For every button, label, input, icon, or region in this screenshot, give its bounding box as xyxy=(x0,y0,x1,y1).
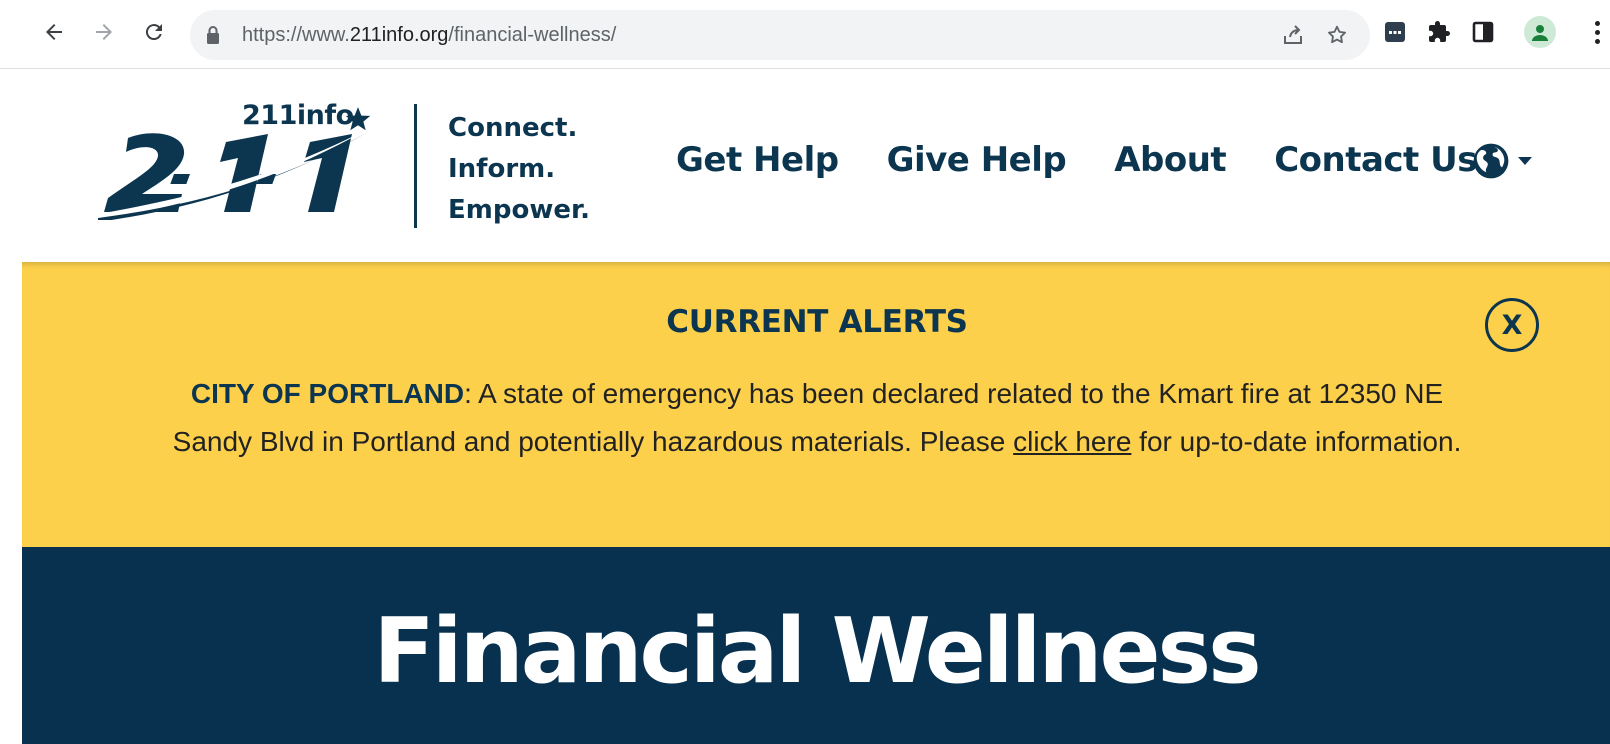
address-bar[interactable]: https://www.211info.org/financial-wellne… xyxy=(190,10,1370,60)
url-path: /financial-wellness/ xyxy=(448,24,617,46)
back-arrow-icon[interactable] xyxy=(40,18,68,46)
main-nav: Get Help Give Help About Contact Us xyxy=(676,140,1477,180)
side-panel-icon[interactable] xyxy=(1468,17,1498,47)
lock-icon[interactable] xyxy=(206,25,220,50)
menu-dots-icon[interactable] xyxy=(1590,17,1604,47)
tagline-line-1: Connect. xyxy=(448,113,578,143)
close-alert-button[interactable]: X xyxy=(1485,298,1539,352)
alert-link[interactable]: click here xyxy=(1013,426,1131,457)
nav-about[interactable]: About xyxy=(1114,140,1226,180)
page-title: Financial Wellness xyxy=(373,599,1261,704)
profile-icon[interactable] xyxy=(1524,16,1556,48)
chevron-down-icon xyxy=(1518,157,1532,165)
logo-211-mark xyxy=(98,130,368,220)
site-header: 211info Connect. Inform. Empower. Get He… xyxy=(22,70,1610,262)
tagline: Connect. Inform. Empower. xyxy=(448,108,590,231)
alert-title: CURRENT ALERTS xyxy=(666,304,968,340)
alert-banner: CURRENT ALERTS X CITY OF PORTLAND: A sta… xyxy=(22,262,1610,547)
url-text[interactable]: https://www.211info.org/financial-wellne… xyxy=(242,10,616,60)
nav-give-help[interactable]: Give Help xyxy=(887,140,1067,180)
nav-get-help[interactable]: Get Help xyxy=(676,140,839,180)
logo-small-text: 211info xyxy=(242,100,354,131)
alert-message: CITY OF PORTLAND: A state of emergency h… xyxy=(172,370,1462,466)
puzzle-icon[interactable] xyxy=(1424,17,1454,47)
url-scheme: https://www. xyxy=(242,24,350,46)
language-selector[interactable] xyxy=(1472,142,1532,180)
star-icon[interactable] xyxy=(1324,22,1350,48)
url-host: 211info.org xyxy=(349,24,449,46)
tagline-line-2: Inform. xyxy=(448,154,556,184)
site-logo[interactable]: 211info xyxy=(98,100,398,230)
hero-banner: Financial Wellness xyxy=(22,547,1610,744)
reload-icon[interactable] xyxy=(140,18,168,46)
browser-toolbar: https://www.211info.org/financial-wellne… xyxy=(0,0,1610,69)
globe-icon xyxy=(1473,143,1509,179)
forward-arrow-icon[interactable] xyxy=(90,18,118,46)
alert-text-after-link: for up-to-date information. xyxy=(1131,426,1462,457)
extension-icon[interactable] xyxy=(1380,17,1410,47)
tagline-line-3: Empower. xyxy=(448,195,590,225)
logo-divider xyxy=(414,104,417,228)
share-icon[interactable] xyxy=(1280,22,1306,48)
alert-location: CITY OF PORTLAND xyxy=(190,378,465,409)
nav-contact-us[interactable]: Contact Us xyxy=(1274,140,1477,180)
